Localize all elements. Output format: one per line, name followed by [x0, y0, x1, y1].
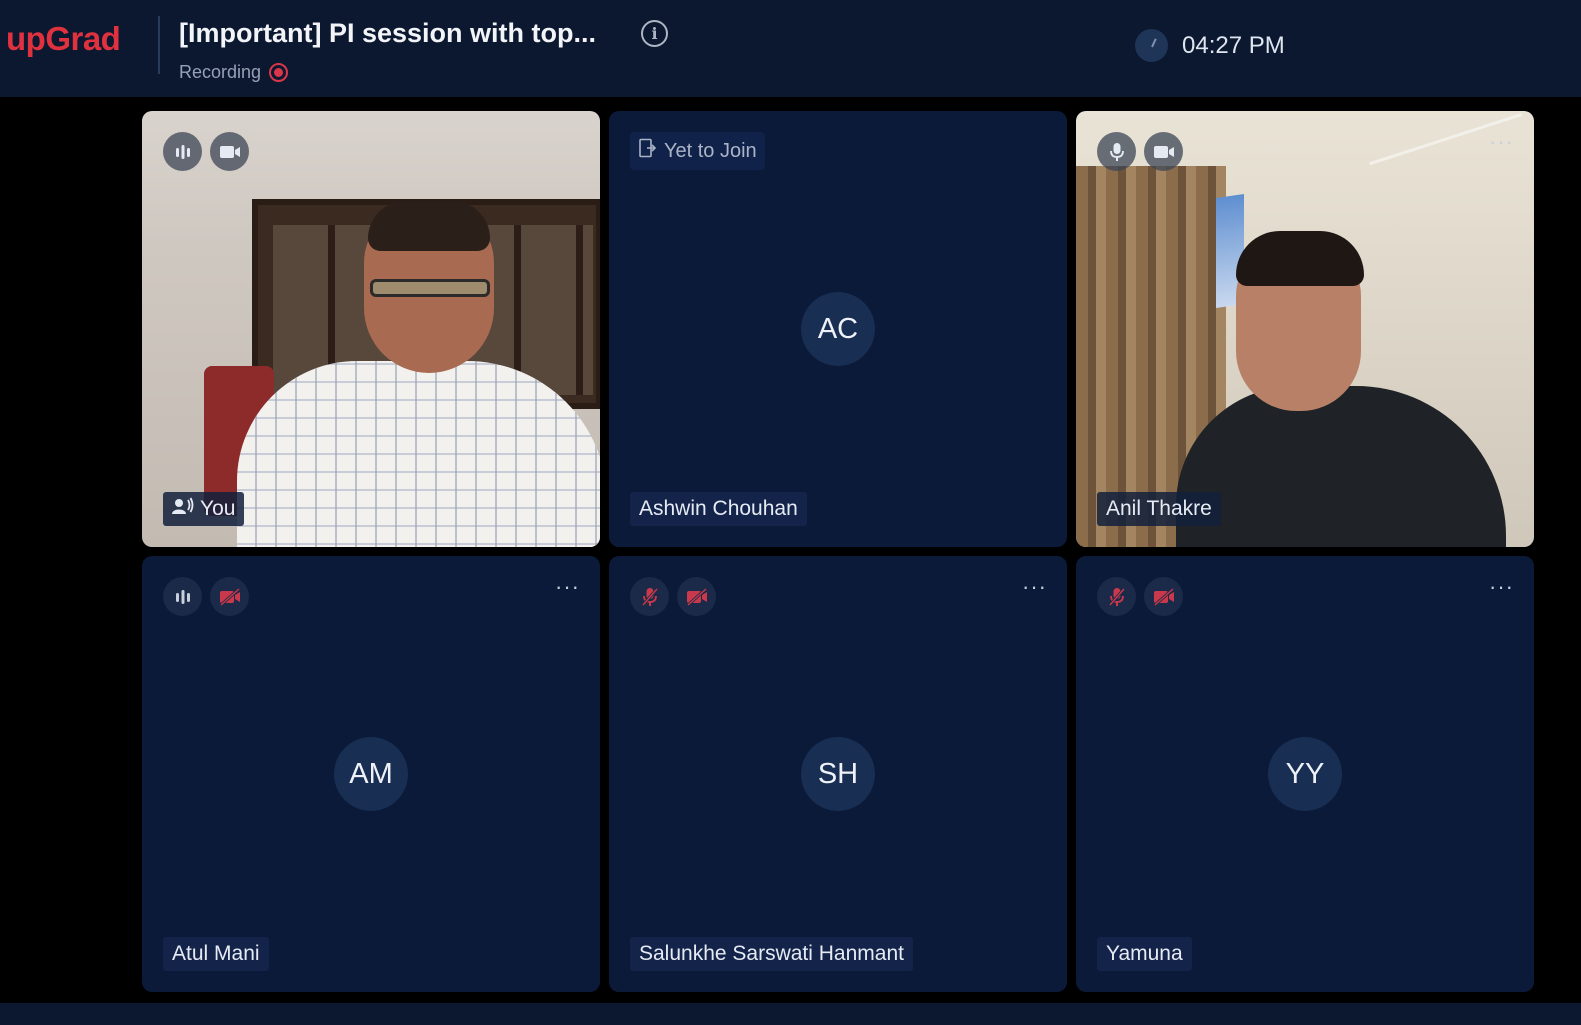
- participant-name: Atul Mani: [172, 942, 260, 965]
- participant-tile-atul-mani[interactable]: ··· AM Atul Mani: [142, 556, 600, 992]
- participant-tile-yamuna[interactable]: ··· YY Yamuna: [1076, 556, 1534, 992]
- camera-off-icon[interactable]: [677, 577, 716, 616]
- camera-off-icon[interactable]: [210, 577, 249, 616]
- participant-name: Yamuna: [1106, 942, 1183, 965]
- yet-to-join-badge: Yet to Join: [630, 132, 765, 170]
- participant-tile-you[interactable]: You: [142, 111, 600, 547]
- avatar: AM: [334, 737, 408, 811]
- participant-name-tag: Ashwin Chouhan: [630, 492, 807, 526]
- participant-name-tag: You: [163, 492, 245, 526]
- info-icon[interactable]: i: [641, 20, 668, 47]
- avatar: AC: [801, 292, 875, 366]
- participant-body: [237, 361, 600, 547]
- avatar: SH: [801, 737, 875, 811]
- video-feed: [142, 111, 600, 547]
- avatar: YY: [1268, 737, 1342, 811]
- more-options-icon[interactable]: ···: [1022, 576, 1047, 598]
- participant-body: [1176, 386, 1506, 547]
- session-title: [Important] PI session with top...: [179, 18, 597, 48]
- upgrad-logo: upGrad: [6, 20, 121, 57]
- participant-name-tag: Yamuna: [1097, 937, 1192, 971]
- participant-tile-ashwin-chouhan[interactable]: Yet to Join AC Ashwin Chouhan: [609, 111, 1067, 547]
- more-options-icon[interactable]: ···: [555, 576, 580, 598]
- top-bar: upGrad [Important] PI session with top..…: [0, 0, 1581, 97]
- camera-on-icon[interactable]: [1144, 132, 1183, 171]
- participant-name-tag: Anil Thakre: [1097, 492, 1221, 526]
- participant-name: You: [200, 497, 236, 520]
- bottom-bar-edge: [0, 1003, 1581, 1025]
- participant-name: Salunkhe Sarswati Hanmant: [639, 942, 904, 965]
- recording-label: Recording: [179, 62, 262, 82]
- recording-dot-icon: [269, 63, 289, 82]
- recording-indicator: Recording: [179, 62, 289, 83]
- audio-level-icon[interactable]: [163, 132, 202, 171]
- participant-name: Ashwin Chouhan: [639, 497, 798, 520]
- mic-on-icon[interactable]: [1097, 132, 1136, 171]
- mic-off-icon[interactable]: [1097, 577, 1136, 616]
- participant-tile-salunkhe-sarswati-hanmant[interactable]: ··· SH Salunkhe Sarswati Hanmant: [609, 556, 1067, 992]
- camera-on-icon[interactable]: [210, 132, 249, 171]
- meeting-time: 04:27 PM: [1182, 32, 1285, 59]
- audio-level-icon[interactable]: [163, 577, 202, 616]
- join-door-icon: [638, 138, 657, 164]
- more-options-icon[interactable]: ···: [1489, 576, 1514, 598]
- mic-off-icon[interactable]: [630, 577, 669, 616]
- yet-to-join-label: Yet to Join: [664, 139, 757, 162]
- person-speaking-icon: [172, 497, 194, 521]
- header-divider: [158, 16, 160, 74]
- camera-off-icon[interactable]: [1144, 577, 1183, 616]
- participant-hair: [1236, 231, 1364, 286]
- clock-icon: [1135, 29, 1168, 62]
- participant-tile-anil-thakre[interactable]: ··· Anil Thakre: [1076, 111, 1534, 547]
- video-feed: [1076, 111, 1534, 547]
- participant-name: Anil Thakre: [1106, 497, 1212, 520]
- participant-hair: [368, 201, 490, 251]
- participant-name-tag: Atul Mani: [163, 937, 269, 971]
- participant-glasses: [370, 279, 490, 297]
- participant-name-tag: Salunkhe Sarswati Hanmant: [630, 937, 913, 971]
- more-options-icon[interactable]: ···: [1489, 131, 1514, 153]
